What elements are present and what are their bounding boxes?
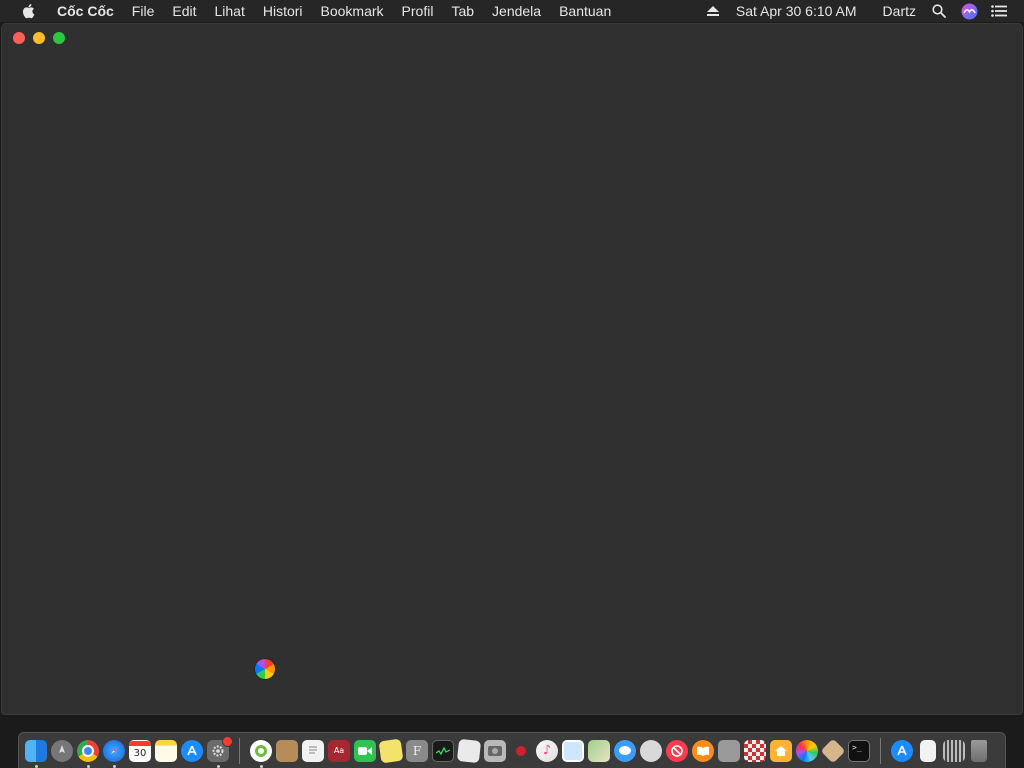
- menu-app-name[interactable]: Cốc Cốc: [48, 0, 123, 22]
- automator-icon[interactable]: [640, 739, 662, 762]
- app-store-downloads-icon[interactable]: [891, 739, 913, 762]
- books-icon[interactable]: [692, 739, 714, 762]
- notification-center-icon[interactable]: [988, 0, 1010, 22]
- archive-utility-icon[interactable]: [718, 739, 740, 762]
- menu-user[interactable]: Dartz: [875, 0, 924, 22]
- close-window-button[interactable]: [13, 32, 25, 44]
- downloads-stack-icon[interactable]: [943, 739, 965, 762]
- safari-icon[interactable]: [103, 739, 125, 768]
- siri-icon[interactable]: [958, 0, 980, 22]
- coc-coc-icon[interactable]: [250, 739, 272, 768]
- documents-stack-icon[interactable]: [920, 739, 936, 762]
- system-preferences-icon[interactable]: [207, 735, 233, 768]
- menu-lihat[interactable]: Lihat: [205, 0, 253, 22]
- window-controls: [13, 32, 65, 44]
- facetime-icon[interactable]: [354, 739, 376, 762]
- news-icon[interactable]: [666, 739, 688, 762]
- menu-jendela[interactable]: Jendela: [483, 0, 550, 22]
- update-badge-icon: [222, 735, 233, 747]
- dock-separator-2: [880, 737, 881, 764]
- menu-bar-left: Cốc Cốc File Edit Lihat Histori Bookmark…: [0, 0, 620, 22]
- loading-spinner-icon: [255, 659, 275, 679]
- home-icon[interactable]: [770, 739, 792, 762]
- menu-bar-right: Sat Apr 30 6:10 AM Dartz: [698, 0, 1024, 22]
- activity-monitor-icon[interactable]: [432, 739, 454, 762]
- terminal-icon[interactable]: >_: [848, 739, 870, 762]
- app-store-icon[interactable]: [181, 739, 203, 762]
- minimize-window-button[interactable]: [33, 32, 45, 44]
- textedit-icon[interactable]: [302, 739, 324, 762]
- contacts-icon[interactable]: [276, 739, 298, 762]
- finder-icon[interactable]: [25, 739, 47, 768]
- menu-file[interactable]: File: [123, 0, 164, 22]
- browser-window: [1, 23, 1023, 715]
- notes-icon[interactable]: [155, 739, 177, 762]
- preview-icon[interactable]: [562, 739, 584, 762]
- dock: 30 Aa F ♪ >_: [18, 732, 1006, 768]
- maps-icon[interactable]: [588, 739, 610, 762]
- menu-histori[interactable]: Histori: [254, 0, 312, 22]
- messages-icon[interactable]: [614, 739, 636, 762]
- menu-bookmark[interactable]: Bookmark: [312, 0, 393, 22]
- chess-icon[interactable]: [744, 739, 766, 762]
- disk-utility-icon[interactable]: [484, 739, 506, 762]
- chrome-icon[interactable]: [77, 739, 99, 768]
- dictionary-icon[interactable]: Aa: [328, 739, 350, 762]
- menu-tab[interactable]: Tab: [442, 0, 483, 22]
- calendar-day-label: 30: [133, 747, 147, 759]
- font-book-icon[interactable]: F: [406, 739, 428, 762]
- menu-clock[interactable]: Sat Apr 30 6:10 AM: [728, 0, 875, 22]
- spotlight-search-icon[interactable]: [928, 0, 950, 22]
- menu-edit[interactable]: Edit: [163, 0, 205, 22]
- launchpad-icon[interactable]: [51, 739, 73, 762]
- photo-booth-icon[interactable]: [510, 739, 532, 762]
- script-editor-icon[interactable]: [456, 738, 482, 763]
- menu-profil[interactable]: Profil: [393, 0, 443, 22]
- dock-separator: [239, 737, 240, 764]
- eject-icon[interactable]: [702, 0, 724, 22]
- calendar-icon[interactable]: 30: [129, 739, 151, 762]
- stickies-icon[interactable]: [378, 738, 404, 763]
- menu-bar: Cốc Cốc File Edit Lihat Histori Bookmark…: [0, 0, 1024, 22]
- zoom-window-button[interactable]: [53, 32, 65, 44]
- trash-icon[interactable]: [971, 739, 987, 762]
- itunes-icon[interactable]: ♪: [536, 739, 558, 762]
- apple-menu-icon[interactable]: [20, 3, 36, 19]
- game-center-icon[interactable]: [820, 738, 846, 763]
- photos-icon[interactable]: [796, 739, 818, 762]
- menu-bantuan[interactable]: Bantuan: [550, 0, 620, 22]
- dictionary-label: Aa: [333, 746, 345, 755]
